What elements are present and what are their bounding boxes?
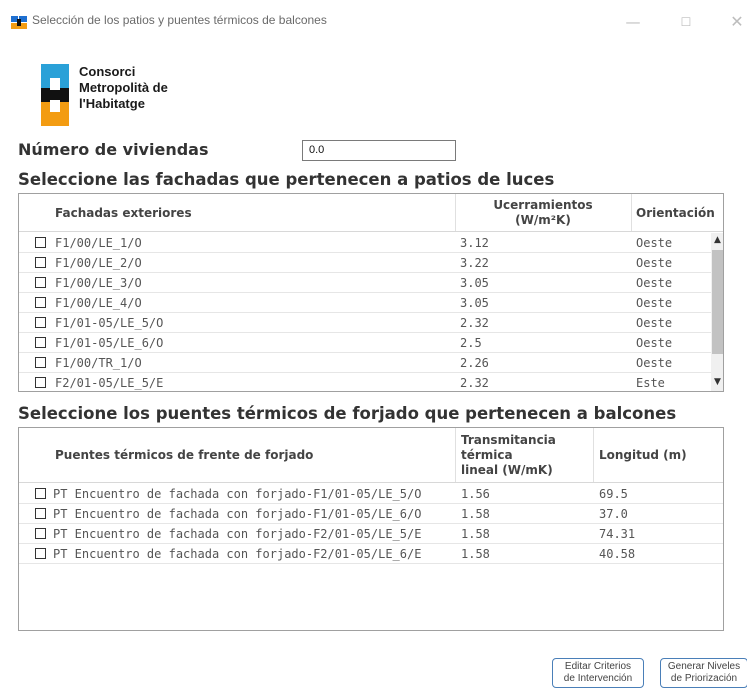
header-ucerramientos: Ucerramientos (W/m²K)	[493, 197, 593, 227]
minimize-icon[interactable]: —	[614, 8, 652, 36]
patios-table-header: Fachadas exteriores Ucerramientos (W/m²K…	[19, 194, 723, 232]
fachada-name: F1/00/LE_4/O	[55, 296, 142, 310]
longitud-value: 69.5	[599, 487, 628, 501]
header-puentes: Puentes térmicos de frente de forjado	[55, 448, 314, 462]
header-transmitancia: Transmitancia térmica lineal (W/mK)	[461, 432, 556, 477]
u-value: 3.05	[460, 276, 489, 290]
patios-table: Fachadas exteriores Ucerramientos (W/m²K…	[18, 193, 724, 392]
table-row[interactable]: PT Encuentro de fachada con forjado-F1/0…	[19, 504, 723, 524]
row-checkbox[interactable]	[35, 488, 46, 499]
row-checkbox[interactable]	[35, 337, 46, 348]
table-row[interactable]: F1/00/LE_4/O 3.05 Oeste	[19, 293, 711, 313]
orientation: Oeste	[636, 256, 673, 270]
header-orientacion: Orientación	[636, 205, 715, 220]
logo-text: Consorci Metropolità de l'Habitatge	[79, 64, 168, 111]
table-row[interactable]: F1/00/LE_2/O 3.22 Oeste	[19, 253, 711, 273]
scroll-up-icon[interactable]: ▲	[711, 233, 723, 247]
orientation: Oeste	[636, 236, 673, 250]
patios-section-title: Seleccione las fachadas que pertenecen a…	[18, 170, 555, 189]
table-row[interactable]: F1/01-05/LE_5/O 2.32 Oeste	[19, 313, 711, 333]
header-fachadas: Fachadas exteriores	[55, 205, 192, 220]
table-row[interactable]: F1/00/LE_1/O 3.12 Oeste	[19, 233, 711, 253]
orientation: Oeste	[636, 356, 673, 370]
transmitancia-value: 1.58	[461, 507, 490, 521]
row-checkbox[interactable]	[35, 317, 46, 328]
fachada-name: F1/00/TR_1/O	[55, 356, 142, 370]
longitud-value: 74.31	[599, 527, 636, 541]
puentes-table: Puentes térmicos de frente de forjado Tr…	[18, 427, 724, 631]
u-value: 2.32	[460, 376, 489, 390]
row-checkbox[interactable]	[35, 237, 46, 248]
fachada-name: F1/00/LE_2/O	[55, 256, 142, 270]
fachada-name: F1/01-05/LE_6/O	[55, 336, 164, 350]
fachada-name: F1/00/LE_1/O	[55, 236, 142, 250]
table-row[interactable]: F1/00/TR_1/O 2.26 Oeste	[19, 353, 711, 373]
puentes-section-title: Seleccione los puentes térmicos de forja…	[18, 404, 677, 423]
maximize-icon[interactable]: ☐	[667, 8, 705, 36]
app-icon	[11, 16, 27, 29]
patios-scrollbar[interactable]: ▲ ▼	[711, 233, 723, 391]
u-value: 2.26	[460, 356, 489, 370]
table-row[interactable]: PT Encuentro de fachada con forjado-F1/0…	[19, 484, 723, 504]
table-row[interactable]: PT Encuentro de fachada con forjado-F2/0…	[19, 524, 723, 544]
viviendas-input[interactable]: 0.0	[302, 140, 456, 161]
puente-name: PT Encuentro de fachada con forjado-F1/0…	[53, 507, 422, 521]
viviendas-label: Número de viviendas	[18, 140, 209, 159]
puente-name: PT Encuentro de fachada con forjado-F2/0…	[53, 527, 422, 541]
transmitancia-value: 1.56	[461, 487, 490, 501]
cmh-logo: Consorci Metropolità de l'Habitatge	[41, 64, 201, 128]
fachada-name: F2/01-05/LE_5/E	[55, 376, 164, 390]
orientation: Oeste	[636, 276, 673, 290]
orientation: Este	[636, 376, 665, 390]
puente-name: PT Encuentro de fachada con forjado-F2/0…	[53, 547, 422, 561]
window-title: Selección de los patios y puentes térmic…	[32, 13, 327, 27]
title-bar: Selección de los patios y puentes térmic…	[0, 0, 747, 44]
orientation: Oeste	[636, 336, 673, 350]
header-longitud: Longitud (m)	[599, 448, 687, 462]
u-value: 2.32	[460, 316, 489, 330]
edit-criteria-button[interactable]: Editar Criterios de Intervención	[552, 658, 644, 688]
transmitancia-value: 1.58	[461, 527, 490, 541]
table-row[interactable]: PT Encuentro de fachada con forjado-F2/0…	[19, 544, 723, 564]
row-checkbox[interactable]	[35, 548, 46, 559]
orientation: Oeste	[636, 316, 673, 330]
row-checkbox[interactable]	[35, 297, 46, 308]
puente-name: PT Encuentro de fachada con forjado-F1/0…	[53, 487, 422, 501]
fachada-name: F1/00/LE_3/O	[55, 276, 142, 290]
table-row[interactable]: F1/00/LE_3/O 3.05 Oeste	[19, 273, 711, 293]
scroll-thumb[interactable]	[712, 250, 723, 354]
transmitancia-value: 1.58	[461, 547, 490, 561]
u-value: 3.05	[460, 296, 489, 310]
row-checkbox[interactable]	[35, 508, 46, 519]
row-checkbox[interactable]	[35, 357, 46, 368]
u-value: 3.22	[460, 256, 489, 270]
row-checkbox[interactable]	[35, 277, 46, 288]
row-checkbox[interactable]	[35, 377, 46, 388]
generate-levels-button[interactable]: Generar Niveles de Priorización	[660, 658, 747, 688]
table-row[interactable]: F2/01-05/LE_5/E 2.32 Este	[19, 373, 711, 391]
u-value: 2.5	[460, 336, 482, 350]
scroll-down-icon[interactable]: ▼	[711, 375, 723, 389]
u-value: 3.12	[460, 236, 489, 250]
orientation: Oeste	[636, 296, 673, 310]
longitud-value: 37.0	[599, 507, 628, 521]
row-checkbox[interactable]	[35, 257, 46, 268]
puentes-table-header: Puentes térmicos de frente de forjado Tr…	[19, 428, 723, 483]
row-checkbox[interactable]	[35, 528, 46, 539]
longitud-value: 40.58	[599, 547, 636, 561]
table-row[interactable]: F1/01-05/LE_6/O 2.5 Oeste	[19, 333, 711, 353]
close-icon[interactable]: ✕	[718, 8, 747, 36]
fachada-name: F1/01-05/LE_5/O	[55, 316, 164, 330]
